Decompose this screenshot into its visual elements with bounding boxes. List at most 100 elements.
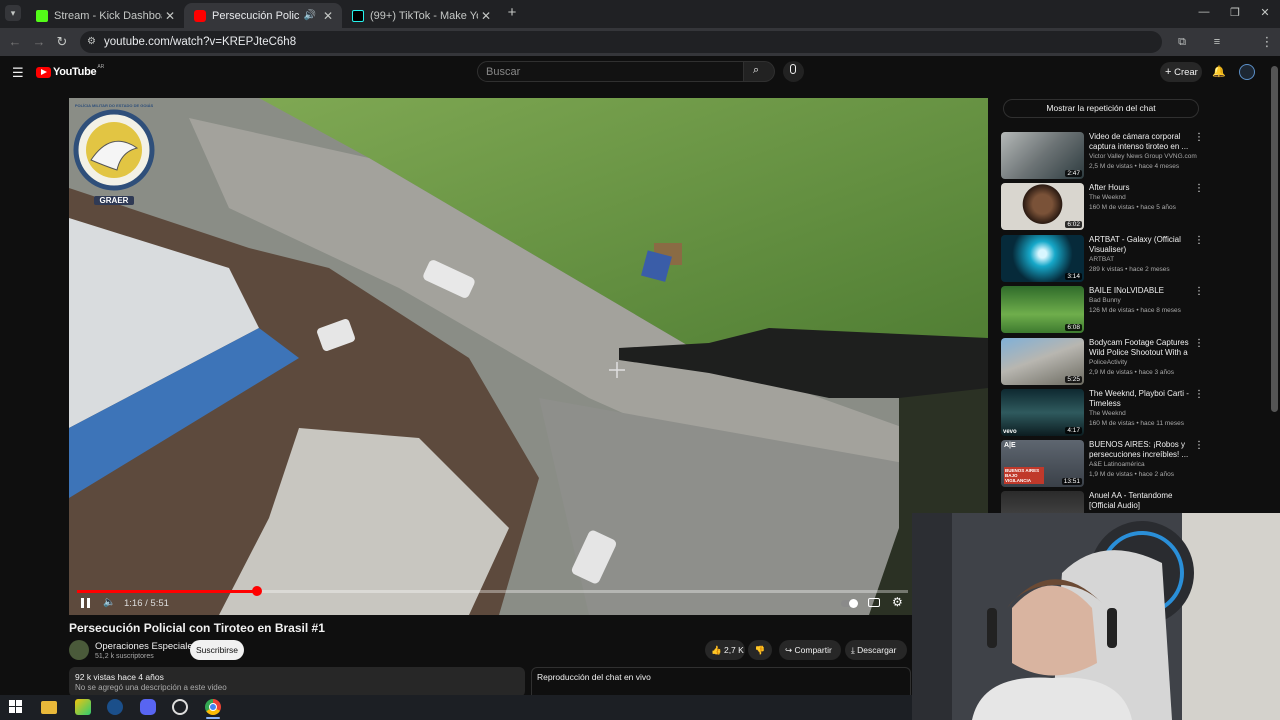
dislike-button[interactable]: 👎 [748, 640, 772, 660]
list-item[interactable]: 6:08 BAILE INoLVIDABLE Bad Bunny 126 M d… [1001, 286, 1204, 334]
seal-text: POLÍCIA MILITAR DO ESTADO DE GOIÁS [74, 103, 154, 108]
list-item[interactable]: 6:02 After Hours The Weeknd 160 M de vis… [1001, 183, 1204, 231]
list-item[interactable]: 2:47 Video de cámara corporal captura in… [1001, 132, 1204, 180]
windows-start-icon[interactable] [8, 699, 24, 715]
video-thumbnail[interactable]: 2:47 [1001, 132, 1084, 179]
tab-search-button[interactable]: ▾ [5, 5, 21, 21]
more-options-icon[interactable]: ⋮ [1194, 132, 1204, 143]
more-menu-icon[interactable]: ⋮ [1258, 33, 1276, 51]
scrubber-handle[interactable] [251, 586, 262, 596]
show-chat-replay-button[interactable]: Mostrar la repetición del chat [1003, 99, 1199, 118]
thumbs-down-icon: 👎 [754, 645, 766, 655]
video-thumbnail[interactable]: vevo 4:17 [1001, 389, 1084, 436]
page-scrollbar[interactable] [1271, 66, 1278, 412]
youtube-logo[interactable]: YouTube AR [36, 64, 104, 78]
app-icon[interactable] [75, 699, 91, 715]
extensions-icon[interactable]: ⧉ [1173, 33, 1191, 51]
video-title: The Weeknd, Playboi Carti - Timeless [1089, 389, 1189, 408]
duration-badge: 3:14 [1065, 273, 1082, 280]
channel-name[interactable]: PoliceActivity [1089, 359, 1127, 366]
video-thumbnail[interactable] [1001, 491, 1084, 513]
plus-icon: + [507, 4, 517, 21]
obs-icon[interactable] [172, 699, 188, 715]
autoplay-toggle[interactable] [841, 599, 858, 608]
restore-button[interactable]: ❐ [1226, 6, 1244, 20]
hamburger-menu-icon[interactable]: ☰ [12, 65, 24, 81]
plus-icon: + [1165, 66, 1172, 78]
site-info-icon[interactable]: ⚙ [87, 36, 96, 47]
close-tab-icon[interactable]: ✕ [320, 9, 336, 23]
more-options-icon[interactable]: ⋮ [1194, 286, 1204, 297]
tab-youtube-video[interactable]: Persecución Policial con Tiroteo en Bras… [184, 3, 342, 28]
media-controls-icon[interactable]: ≡ [1208, 33, 1226, 51]
forward-button[interactable]: → [30, 33, 48, 51]
subscribe-button[interactable]: Suscribirse [190, 640, 244, 660]
video-meta: 160 M de vistas • hace 5 años [1089, 204, 1176, 211]
reload-button[interactable]: ↻ [53, 33, 71, 51]
url-text[interactable]: youtube.com/watch?v=KREPJteC6h8 [104, 36, 296, 48]
pause-button[interactable] [80, 597, 92, 609]
channel-name[interactable]: Victor Valley News Group VVNG.com [1089, 153, 1197, 160]
chrome-icon[interactable] [205, 699, 221, 715]
more-options-icon[interactable]: ⋮ [1194, 338, 1204, 349]
channel-name[interactable]: The Weeknd [1089, 410, 1126, 417]
create-label: Crear [1174, 67, 1198, 78]
voice-search-button[interactable] [783, 61, 804, 82]
close-window-button[interactable]: ✕ [1256, 6, 1274, 20]
video-thumbnail[interactable]: 6:08 [1001, 286, 1084, 333]
close-tab-icon[interactable]: ✕ [162, 9, 178, 23]
channel-avatar[interactable] [69, 640, 89, 660]
police-seal-logo: POLÍCIA MILITAR DO ESTADO DE GOIÁS GRAER [71, 100, 157, 208]
volume-button[interactable]: 🔈 [103, 597, 115, 608]
video-player[interactable]: POLÍCIA MILITAR DO ESTADO DE GOIÁS GRAER [69, 98, 988, 615]
settings-button[interactable]: ⚙ [892, 595, 903, 609]
pause-icon [81, 598, 84, 608]
channel-name[interactable]: Bad Bunny [1089, 297, 1121, 304]
search-button[interactable]: ⌕ [744, 61, 775, 82]
list-item[interactable]: 3:14 ARTBAT - Galaxy (Official Visualise… [1001, 235, 1204, 283]
list-item[interactable]: vevo 4:17 The Weeknd, Playboi Carti - Ti… [1001, 389, 1204, 437]
list-item[interactable]: 5:25 Bodycam Footage Captures Wild Polic… [1001, 338, 1204, 386]
speaker-icon[interactable]: 🔊 [304, 10, 316, 21]
video-title: Video de cámara corporal captura intenso… [1089, 132, 1189, 151]
account-avatar[interactable] [1239, 64, 1255, 80]
video-thumbnail[interactable]: 3:14 [1001, 235, 1084, 282]
video-meta: 126 M de vistas • hace 8 meses [1089, 307, 1181, 314]
download-button[interactable]: ⤓ Descargar [845, 640, 907, 660]
more-options-icon[interactable]: ⋮ [1194, 389, 1204, 400]
like-button[interactable]: 👍 2,7 K [705, 640, 745, 660]
back-button[interactable]: ← [6, 33, 24, 51]
video-progress-bar[interactable] [77, 586, 908, 596]
share-button[interactable]: ↪ Compartir [779, 640, 841, 660]
more-options-icon[interactable]: ⋮ [1194, 440, 1204, 451]
notifications-bell-icon[interactable]: 🔔 [1212, 65, 1226, 78]
channel-name[interactable]: Operaciones Especiales [95, 641, 197, 652]
channel-name[interactable]: The Weeknd [1089, 194, 1126, 201]
video-thumbnail[interactable]: 5:25 [1001, 338, 1084, 385]
close-tab-icon[interactable]: ✕ [478, 9, 494, 23]
more-options-icon[interactable]: ⋮ [1194, 183, 1204, 194]
subtitles-button[interactable] [868, 598, 880, 607]
youtube-logo-text: YouTube [53, 66, 97, 78]
like-count: 2,7 K [723, 645, 744, 655]
list-item[interactable]: A|E BUENOS AIRES BAJO VIGILANCIA 13:51 B… [1001, 440, 1204, 488]
video-meta: 1,9 M de vistas • hace 2 años [1089, 471, 1175, 478]
channel-name[interactable]: ARTBAT [1089, 256, 1114, 263]
channel-name[interactable]: A&E Latinoamérica [1089, 461, 1145, 468]
file-explorer-icon[interactable] [41, 701, 57, 714]
tab-tiktok[interactable]: (99+) TikTok - Make Your Day ✕ [342, 3, 500, 28]
video-thumbnail[interactable]: A|E BUENOS AIRES BAJO VIGILANCIA 13:51 [1001, 440, 1084, 487]
search-input[interactable]: Buscar [477, 61, 744, 82]
list-item[interactable]: Anuel AA - Tentandome [Official Audio] ⋮ [1001, 491, 1181, 513]
more-options-icon[interactable]: ⋮ [1194, 235, 1204, 246]
video-thumbnail[interactable]: 6:02 [1001, 183, 1084, 230]
new-tab-button[interactable]: + [504, 5, 520, 21]
minimize-button[interactable]: — [1195, 6, 1213, 20]
volume-icon: 🔈 [103, 597, 116, 608]
steam-icon[interactable] [107, 699, 123, 715]
create-button[interactable]: + Crear [1160, 62, 1202, 82]
thumbs-up-icon: 👍 [711, 645, 722, 655]
discord-icon[interactable] [140, 699, 156, 715]
video-title: ARTBAT - Galaxy (Official Visualiser) [1089, 235, 1181, 254]
tab-kick-dashboard[interactable]: Stream - Kick Dashboard ✕ [26, 3, 184, 28]
